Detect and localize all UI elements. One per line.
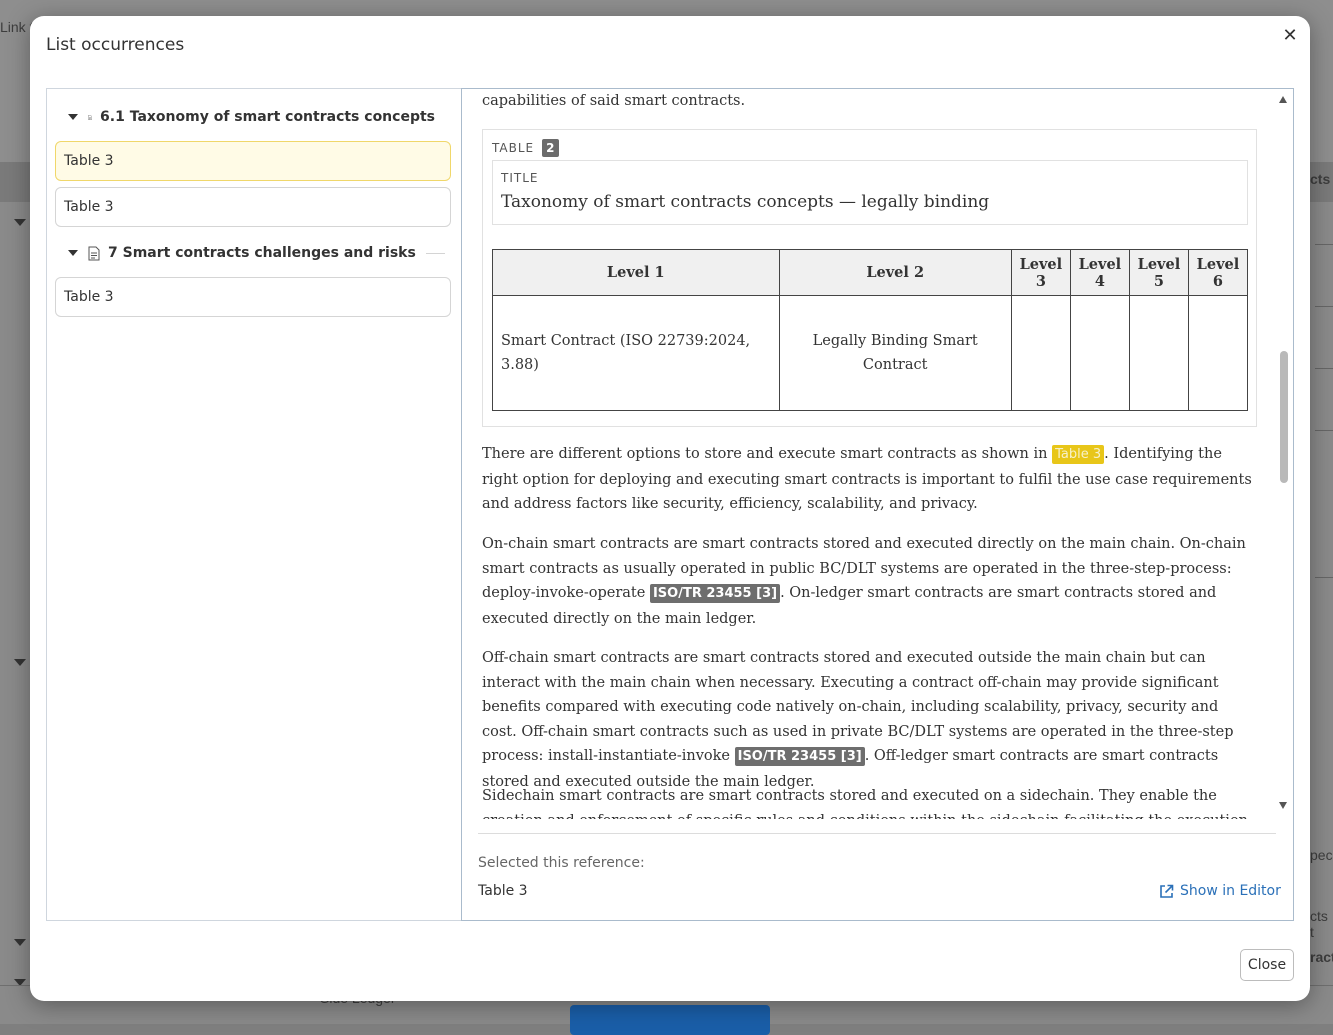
table-row: Smart Contract (ISO 22739:2024, 3.88) Le… (492, 295, 1249, 411)
close-button[interactable]: Close (1240, 949, 1294, 981)
occurrence-group-header[interactable]: 6.1 Taxonomy of smart contracts concepts (55, 106, 445, 128)
table-header-cell: Level 3 (1010, 249, 1071, 296)
scroll-down-icon[interactable] (1279, 802, 1287, 809)
table-label-text: TABLE (492, 141, 535, 155)
background-divider (1315, 306, 1333, 307)
show-in-editor-link[interactable]: Show in Editor (1159, 883, 1281, 899)
background-right-text: pec (1310, 847, 1333, 863)
table-cell: Legally Binding Smart Contract (778, 295, 1012, 411)
list-occurrences-dialog: List occurrences ✕ 6.1 Taxonomy of smart… (30, 16, 1310, 1001)
occurrence-group-header[interactable]: 7 Smart contracts challenges and risks (55, 242, 445, 264)
preview-paragraph: There are different options to store and… (482, 442, 1257, 517)
occurrence-item[interactable]: Table 3 (55, 141, 451, 181)
table-title-box: TITLE Taxonomy of smart contracts concep… (492, 160, 1248, 225)
table-number-badge: 2 (542, 139, 560, 157)
preview-paragraph: Sidechain smart contracts are smart cont… (482, 788, 1248, 819)
document-icon (88, 246, 100, 260)
footer-divider (478, 833, 1276, 834)
occurrence-list: 6.1 Taxonomy of smart contracts concepts… (46, 88, 462, 921)
background-right-text: cts (1310, 171, 1331, 187)
preview-fragment: capabilities of said smart contracts. (482, 93, 746, 109)
background-primary-button (570, 1005, 770, 1035)
background-right-text: cts t (1310, 908, 1328, 940)
table-label: TABLE 2 (492, 139, 560, 157)
background-divider (1315, 244, 1333, 245)
table-title-label: TITLE (501, 171, 539, 185)
background-caret-icon (14, 939, 26, 946)
table-cell (1187, 295, 1249, 411)
document-preview: capabilities of said smart contracts. TA… (461, 88, 1294, 921)
table-block: TABLE 2 TITLE Taxonomy of smart contract… (482, 129, 1257, 427)
occurrence-group-title: 6.1 Taxonomy of smart contracts concepts (100, 109, 435, 125)
highlighted-reference[interactable]: Table 3 (1052, 445, 1105, 464)
citation-reference[interactable]: ISO/TR 23455 [3] (649, 584, 781, 603)
background-divider (1315, 368, 1333, 369)
table-header-cell: Level 1 (492, 249, 780, 296)
background-divider (1315, 430, 1333, 431)
occurrence-group-title: 7 Smart contracts challenges and risks (108, 245, 416, 261)
table-title: Taxonomy of smart contracts concepts — l… (501, 192, 990, 212)
scroll-up-icon[interactable] (1279, 96, 1287, 103)
document-icon (88, 114, 92, 120)
table-cell (1069, 295, 1130, 411)
occurrence-item[interactable]: Table 3 (55, 187, 451, 227)
caret-down-icon[interactable] (68, 250, 78, 256)
table-cell (1128, 295, 1189, 411)
table-header-cell: Level 4 (1069, 249, 1130, 296)
occurrence-item[interactable]: Table 3 (55, 277, 451, 317)
background-link-text: Link t (0, 19, 34, 35)
table-header-cell: Level 5 (1128, 249, 1189, 296)
group-divider (425, 252, 445, 254)
scrollbar-thumb[interactable] (1280, 351, 1288, 483)
show-in-editor-label: Show in Editor (1180, 883, 1281, 899)
background-right-text: ract (1310, 949, 1333, 965)
table-header-cell: Level 6 (1187, 249, 1249, 296)
dialog-title: List occurrences (46, 35, 185, 55)
background-divider (1315, 577, 1333, 578)
preview-paragraph: On-chain smart contracts are smart contr… (482, 532, 1257, 631)
table-cell (1010, 295, 1071, 411)
taxonomy-table: Level 1 Level 2 Level 3 Level 4 Level 5 … (492, 249, 1249, 411)
paragraph-text: There are different options to store and… (482, 446, 1053, 462)
table-header-row: Level 1 Level 2 Level 3 Level 4 Level 5 … (492, 249, 1249, 296)
selected-reference-value: Table 3 (478, 883, 528, 899)
external-link-icon (1160, 884, 1174, 898)
caret-down-icon[interactable] (68, 114, 78, 120)
preview-paragraph: Off-chain smart contracts are smart cont… (482, 646, 1257, 794)
table-cell: Smart Contract (ISO 22739:2024, 3.88) (492, 295, 780, 411)
close-icon[interactable]: ✕ (1280, 26, 1300, 46)
preview-scroll-area[interactable]: capabilities of said smart contracts. TA… (462, 89, 1277, 819)
table-header-cell: Level 2 (778, 249, 1012, 296)
background-caret-icon (14, 659, 26, 666)
background-caret-icon (14, 219, 26, 226)
selected-reference-label: Selected this reference: (478, 855, 645, 871)
citation-reference[interactable]: ISO/TR 23455 [3] (734, 747, 865, 766)
